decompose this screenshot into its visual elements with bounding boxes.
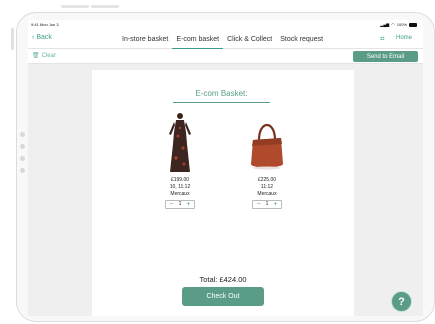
action-bar: 🗑 Clear Send to Email (28, 49, 423, 64)
product-brand: Mercaux (257, 191, 277, 197)
status-bar: 9:41 Mon Jun 3 ▂▄▆ ◠ 100% (28, 20, 423, 30)
clear-label: Clear (41, 52, 56, 59)
chevron-left-icon: ‹ (32, 34, 35, 41)
increase-qty-button[interactable]: + (186, 201, 190, 208)
battery-icon (409, 22, 417, 27)
scan-icon[interactable]: ⌗ (380, 34, 385, 44)
help-button[interactable]: ? (391, 291, 412, 312)
basket-tabs: In-store basket E-com basket Click & Col… (118, 30, 327, 49)
product-price: £225.00 (257, 177, 277, 183)
increase-qty-button[interactable]: + (273, 201, 277, 208)
app-screen: 9:41 Mon Jun 3 ▂▄▆ ◠ 100% ‹ Back In-stor… (28, 20, 423, 316)
product-size: 10, 11:12 (169, 184, 191, 190)
signal-icon: ▂▄▆ (380, 22, 390, 27)
decrease-qty-button[interactable]: − (257, 201, 261, 208)
wifi-icon: ◠ (391, 22, 395, 27)
tab-stock-request[interactable]: Stock request (276, 30, 327, 49)
status-time: 9:41 (31, 22, 39, 27)
check-out-button[interactable]: Check Out (182, 287, 264, 306)
home-button[interactable]: Home (396, 35, 412, 41)
product-card[interactable]: £225.00 11:12 Mercaux − 1 + (237, 112, 297, 209)
device-camera-dots (20, 132, 25, 180)
trash-icon: 🗑 (32, 53, 40, 59)
tab-ecom-basket[interactable]: E-com basket (172, 30, 224, 49)
basket-panel: E-com Basket: £199.00 10, 11:12 Mercaux … (92, 70, 354, 316)
device-top-button (61, 5, 89, 8)
device-top-button (91, 5, 119, 8)
handbag-image (251, 123, 283, 170)
back-button[interactable]: ‹ Back (32, 34, 52, 41)
top-nav: ‹ Back In-store basket E-com basket Clic… (28, 30, 423, 49)
quantity-value: 1 (178, 201, 182, 207)
product-price: £199.00 (170, 177, 190, 183)
tab-click-collect[interactable]: Click & Collect (223, 30, 276, 49)
back-label: Back (36, 34, 52, 41)
basket-heading: E-com Basket: (173, 89, 270, 103)
clear-button[interactable]: 🗑 Clear (32, 52, 56, 60)
decrease-qty-button[interactable]: − (170, 201, 174, 208)
battery-percent: 100% (396, 22, 407, 27)
product-card[interactable]: £199.00 10, 11:12 Mercaux − 1 + (150, 112, 210, 209)
basket-total: Total: £424.00 (199, 275, 247, 284)
product-brand: Mercaux (170, 191, 190, 197)
tab-in-store-basket[interactable]: In-store basket (118, 30, 172, 49)
quantity-stepper: − 1 + (251, 200, 283, 209)
send-to-email-button[interactable]: Send to Email (353, 51, 418, 62)
dress-image (169, 113, 191, 172)
status-date: Mon Jun 3 (39, 22, 59, 27)
quantity-value: 1 (265, 201, 269, 207)
device-side-button (11, 28, 14, 50)
product-size: 11:12 (260, 184, 274, 190)
quantity-stepper: − 1 + (164, 200, 196, 209)
